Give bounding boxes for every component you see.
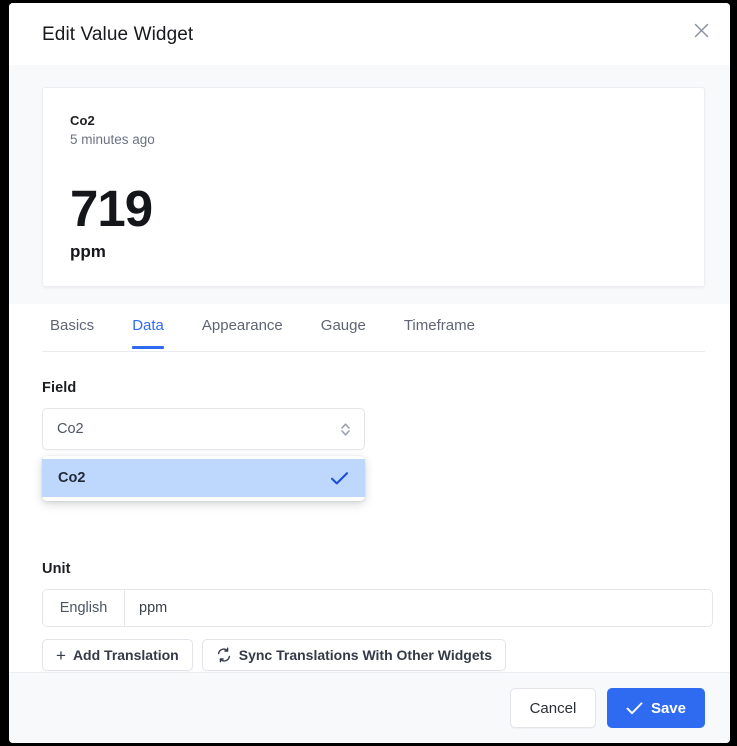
field-label: Field <box>42 380 77 397</box>
sync-translations-label: Sync Translations With Other Widgets <box>238 647 493 664</box>
add-translation-button[interactable]: + Add Translation <box>42 639 193 672</box>
save-button[interactable]: Save <box>606 688 705 728</box>
field-select-wrapper: Co2 Co2 <box>42 408 365 502</box>
plus-icon: + <box>56 645 66 665</box>
edit-value-widget-dialog: Edit Value Widget Co2 5 minutes ago 719 … <box>9 3 730 743</box>
field-select[interactable]: Co2 <box>42 408 365 451</box>
unit-language-addon: English <box>43 590 125 627</box>
field-select-value: Co2 <box>57 421 84 438</box>
unit-section: Unit English + Add Translation <box>42 561 713 672</box>
tab-timeframe[interactable]: Timeframe <box>385 304 494 348</box>
tab-data[interactable]: Data <box>113 304 183 350</box>
check-icon <box>626 701 643 715</box>
chevron-up-down-icon <box>339 421 352 438</box>
dialog-body: Field Co2 Co2 Unit English ppm + Add Tra… <box>9 352 730 672</box>
sync-icon <box>216 647 232 663</box>
dialog-header: Edit Value Widget <box>9 3 730 65</box>
tab-bar: Basics Data Appearance Gauge Timeframe <box>9 304 730 353</box>
check-icon <box>330 471 349 486</box>
tab-appearance[interactable]: Appearance <box>183 304 302 348</box>
tab-gauge[interactable]: Gauge <box>302 304 385 348</box>
unit-label: Unit <box>42 561 71 578</box>
dialog-footer: Cancel Save <box>9 672 730 743</box>
tab-basics[interactable]: Basics <box>42 304 113 348</box>
translation-actions: + Add Translation Sync Translations With… <box>42 639 705 672</box>
preview-unit: ppm <box>70 241 106 261</box>
preview-field-name: Co2 <box>70 113 95 128</box>
sync-translations-button[interactable]: Sync Translations With Other Widgets <box>201 639 507 672</box>
field-dropdown-option-label: Co2 <box>58 470 86 487</box>
close-button[interactable] <box>684 13 718 47</box>
add-translation-label: Add Translation <box>72 647 179 664</box>
preview-value: 719 <box>70 179 153 237</box>
widget-preview-section: Co2 5 minutes ago 719 ppm <box>9 65 730 305</box>
cancel-button[interactable]: Cancel <box>509 688 596 728</box>
unit-value-input[interactable] <box>125 590 712 627</box>
unit-input-group: English <box>42 589 713 628</box>
close-icon <box>692 21 711 40</box>
widget-preview-card: Co2 5 minutes ago 719 ppm <box>42 87 705 288</box>
preview-timestamp: 5 minutes ago <box>70 132 155 148</box>
save-label: Save <box>650 699 686 717</box>
field-dropdown-option-co2[interactable]: Co2 <box>42 459 365 498</box>
dialog-title: Edit Value Widget <box>42 24 194 45</box>
field-dropdown-panel: Co2 <box>42 456 365 502</box>
